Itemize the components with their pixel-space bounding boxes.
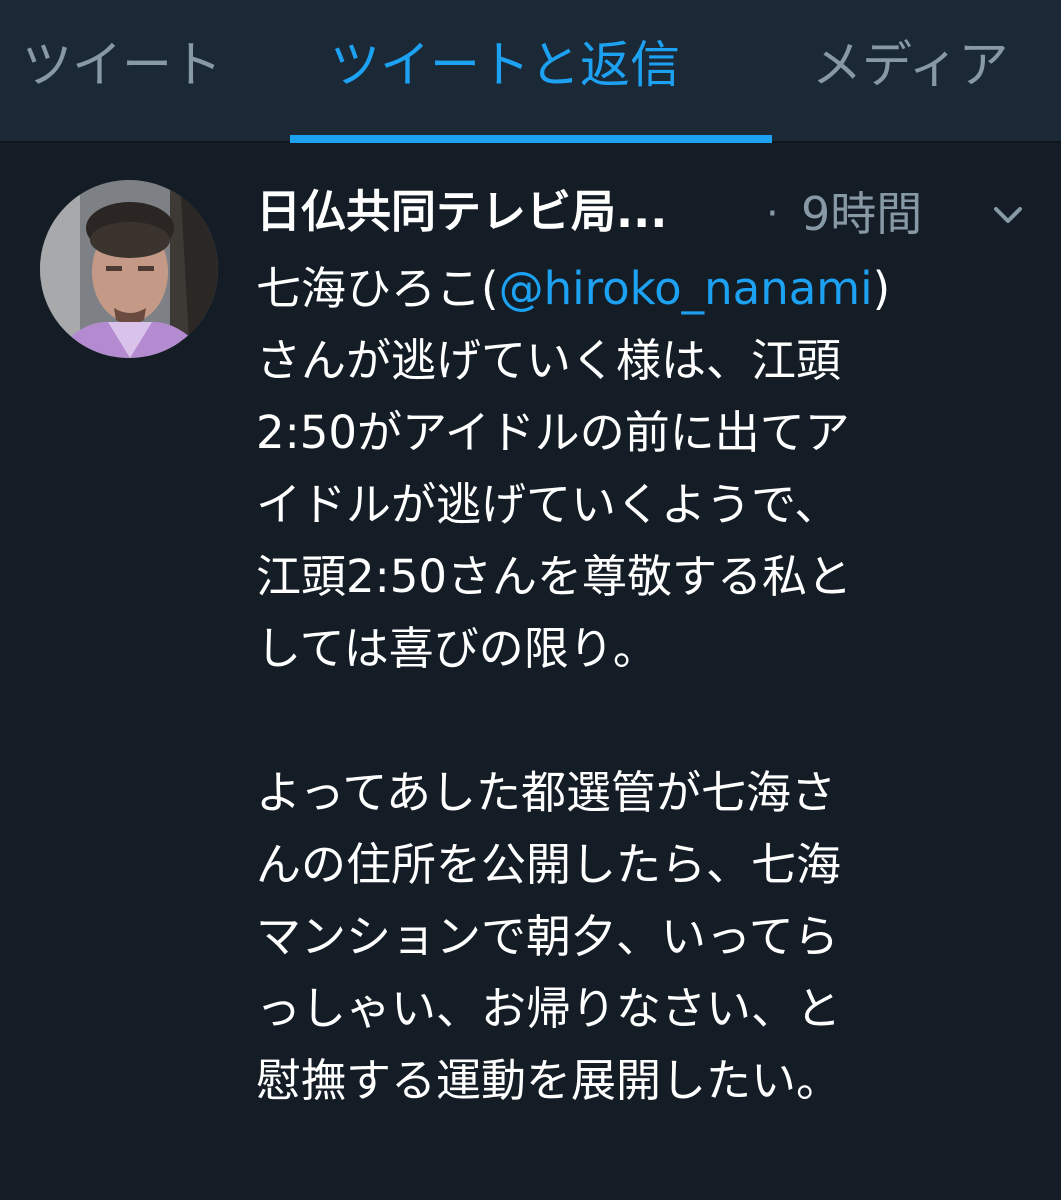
tweet-line: しては喜びの限り。 (256, 622, 658, 675)
next-line-cutoff (256, 1188, 936, 1200)
tab-tweets[interactable]: ツイート (22, 30, 222, 100)
tab-tweets-and-replies[interactable]: ツイートと返信 (330, 30, 680, 100)
tweet-text-segment: ) (872, 262, 891, 315)
tweet-line: マンションで朝夕、いってら (256, 910, 839, 963)
chevron-down-icon[interactable] (986, 192, 1030, 236)
avatar[interactable] (40, 180, 218, 358)
tweet-line: さんが逃げていく様は、江頭 (256, 334, 842, 387)
mention-link[interactable]: @hiroko_nanami (499, 262, 873, 315)
tweet-line: イドルが逃げていくようで、 (256, 478, 840, 531)
time-separator: · (766, 191, 779, 237)
tweet-line: っしゃい、お帰りなさい、と (256, 982, 842, 1035)
tweet-line: んの住所を公開したら、七海 (256, 838, 842, 891)
tweet-line: 2:50がアイドルの前に出てア (256, 406, 850, 459)
tweet-line: 七海ひろこ(@hiroko_nanami) (256, 253, 1046, 325)
display-name[interactable]: 日仏共同テレビ局... (256, 182, 667, 242)
tweet-header: 日仏共同テレビ局... · 9時間 (256, 182, 1046, 246)
tab-media[interactable]: メディア (812, 30, 1009, 100)
tweet-text-segment: 七海ひろこ( (256, 262, 499, 315)
tweet-text: 七海ひろこ(@hiroko_nanami) さんが逃げていく様は、江頭 2:50… (256, 253, 1046, 1117)
active-tab-indicator (290, 135, 772, 143)
avatar-image (40, 180, 218, 358)
profile-tab-bar: ツイート ツイートと返信 メディア (0, 0, 1061, 143)
tweet-line: よってあした都選管が七海さ (256, 766, 837, 819)
tweet-line: 慰撫する運動を展開したい。 (256, 1054, 842, 1107)
tweet-timestamp[interactable]: 9時間 (801, 184, 922, 244)
tweet-line: 江頭2:50さんを尊敬する私と (256, 550, 853, 603)
